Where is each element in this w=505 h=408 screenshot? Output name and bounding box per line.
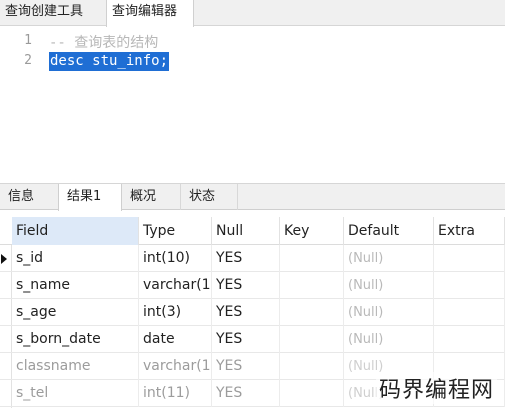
cell-default[interactable]: (Null) [344,326,434,353]
cell-type[interactable]: int(10) [139,245,212,272]
column-header-field[interactable]: Field [12,217,139,245]
line-number: 2 [24,53,32,68]
cell-key[interactable] [280,380,344,407]
cell-extra[interactable] [434,326,505,353]
current-row-marker-icon [1,254,7,264]
query-tab-bar: 查询创建工具 查询编辑器 [0,0,505,27]
cell-field[interactable]: s_tel [12,380,139,407]
cell-type[interactable]: date [139,326,212,353]
cell-type[interactable]: varchar(10 [139,272,212,299]
cell-field[interactable]: classname [12,353,139,380]
cell-type[interactable]: varchar(1( [139,353,212,380]
cell-extra[interactable] [434,272,505,299]
cell-field[interactable]: s_age [12,299,139,326]
sql-editor[interactable]: 1 2 -- 查询表的结构 desc stu_info; [0,27,505,183]
cell-type[interactable]: int(11) [139,380,212,407]
cell-null[interactable]: YES [212,380,280,407]
cell-null[interactable]: YES [212,326,280,353]
site-watermark: 码界编程网 [376,372,498,404]
cell-null[interactable]: YES [212,299,280,326]
column-header-key[interactable]: Key [280,217,344,245]
table-row[interactable]: s_age int(3) YES (Null) [0,299,505,326]
cell-key[interactable] [280,245,344,272]
column-header-default[interactable]: Default [344,217,434,245]
cell-null[interactable]: YES [212,245,280,272]
cell-field[interactable]: s_name [12,272,139,299]
table-row[interactable]: s_id int(10) YES (Null) [0,245,505,272]
cell-key[interactable] [280,299,344,326]
cell-default[interactable]: (Null) [344,299,434,326]
cell-key[interactable] [280,272,344,299]
tab-status[interactable]: 状态 [180,184,238,210]
cell-default[interactable]: (Null) [344,245,434,272]
column-header-null[interactable]: Null [212,217,280,245]
tab-profile[interactable]: 概况 [122,184,180,210]
line-number: 1 [24,33,32,48]
table-row[interactable]: s_born_date date YES (Null) [0,326,505,353]
cell-default[interactable]: (Null) [344,272,434,299]
tab-query-builder[interactable]: 查询创建工具 [0,0,104,26]
column-header-extra[interactable]: Extra [434,217,505,245]
cell-null[interactable]: YES [212,353,280,380]
sql-comment-line[interactable]: -- 查询表的结构 [49,32,158,52]
tab-result-1[interactable]: 结果1 [58,184,122,211]
table-row[interactable]: s_name varchar(10 YES (Null) [0,272,505,299]
result-tab-bar: 信息 结果1 概况 状态 [0,183,505,211]
cell-extra[interactable] [434,245,505,272]
cell-field[interactable]: s_id [12,245,139,272]
sql-selected-line[interactable]: desc stu_info; [49,52,170,71]
cell-null[interactable]: YES [212,272,280,299]
cell-key[interactable] [280,353,344,380]
tab-info[interactable]: 信息 [0,184,58,210]
cell-extra[interactable] [434,299,505,326]
cell-field[interactable]: s_born_date [12,326,139,353]
grid-header-row: Field Type Null Key Default Extra [0,217,505,245]
cell-type[interactable]: int(3) [139,299,212,326]
tab-query-editor[interactable]: 查询编辑器 [106,0,194,27]
cell-key[interactable] [280,326,344,353]
column-header-type[interactable]: Type [139,217,212,245]
line-number-gutter: 1 2 [0,27,44,183]
